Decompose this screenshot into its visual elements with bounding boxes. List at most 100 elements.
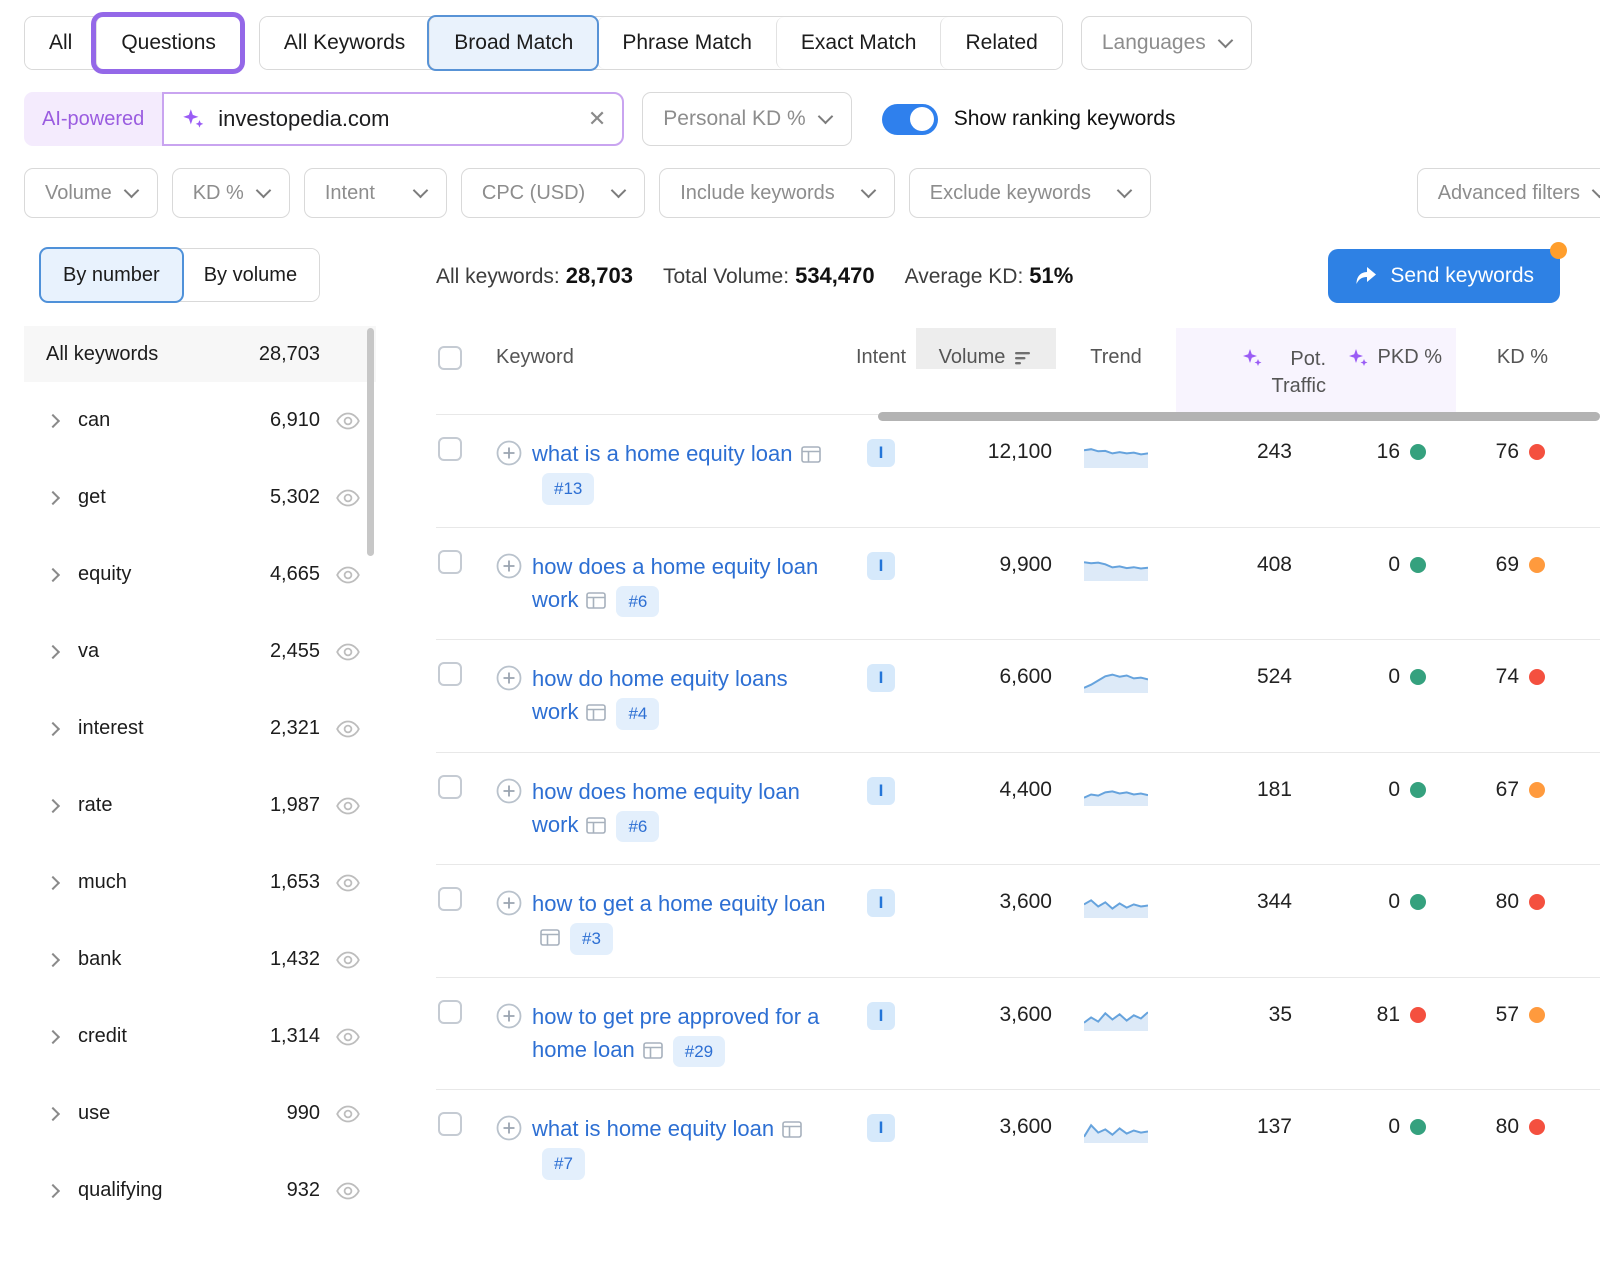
rank-badge[interactable]: #3 [570,923,613,955]
serp-features-icon[interactable] [586,817,606,834]
keyword-link[interactable]: how to get pre approved for a home loan#… [532,1000,832,1068]
cpc-filter[interactable]: CPC (USD) [461,168,645,218]
row-checkbox[interactable] [438,437,462,461]
keyword-link[interactable]: how do home equity loans work#4 [532,662,832,730]
chevron-right-icon[interactable] [46,1029,60,1043]
rank-badge[interactable]: #29 [673,1036,725,1068]
personal-kd-dropdown[interactable]: Personal KD % [642,92,851,146]
keyword-link[interactable]: how to get a home equity loan#3 [532,887,832,955]
rank-badge[interactable]: #4 [616,698,659,730]
by-number-tab[interactable]: By number [41,249,182,301]
chevron-right-icon[interactable] [46,644,60,658]
volume-filter[interactable]: Volume [24,168,158,218]
row-checkbox[interactable] [438,775,462,799]
select-all-checkbox[interactable] [438,346,462,370]
clear-search-icon[interactable]: ✕ [588,106,606,132]
add-keyword-icon[interactable] [496,1115,522,1141]
intent-badge[interactable]: I [867,552,895,580]
row-checkbox[interactable] [438,662,462,686]
kd-filter[interactable]: KD % [172,168,290,218]
by-volume-tab[interactable]: By volume [182,249,319,301]
eye-toggle[interactable] [320,643,376,661]
sidebar-group-row[interactable]: get 5,302 [24,459,376,536]
eye-toggle[interactable] [320,1182,376,1200]
eye-toggle[interactable] [320,566,376,584]
serp-features-icon[interactable] [782,1121,802,1138]
sidebar-group-row[interactable]: much 1,653 [24,844,376,921]
exclude-keywords-filter[interactable]: Exclude keywords [909,168,1151,218]
eye-toggle[interactable] [320,874,376,892]
rank-badge[interactable]: #13 [542,473,594,505]
horizontal-scrollbar[interactable] [878,412,1600,421]
add-keyword-icon[interactable] [496,1003,522,1029]
serp-features-icon[interactable] [540,929,560,946]
chevron-right-icon[interactable] [46,952,60,966]
sidebar-group-row[interactable]: can 6,910 [24,382,376,459]
languages-dropdown[interactable]: Languages [1081,16,1252,70]
serp-features-icon[interactable] [586,704,606,721]
intent-badge[interactable]: I [867,777,895,805]
advanced-filters-button[interactable]: Advanced filters [1417,168,1600,218]
intent-badge[interactable]: I [867,1114,895,1142]
keyword-link[interactable]: what is a home equity loan#13 [532,437,832,505]
chevron-right-icon[interactable] [46,490,60,504]
intent-column-header[interactable]: Intent [846,328,916,414]
serp-features-icon[interactable] [801,446,821,463]
intent-badge[interactable]: I [867,439,895,467]
serp-features-icon[interactable] [643,1042,663,1059]
sidebar-group-row[interactable]: credit 1,314 [24,998,376,1075]
chevron-right-icon[interactable] [46,875,60,889]
pkd-column-header[interactable]: PKD % [1326,328,1456,414]
trend-column-header[interactable]: Trend [1056,328,1176,414]
send-keywords-button[interactable]: Send keywords [1328,249,1560,303]
show-ranking-keywords-toggle[interactable] [882,104,938,135]
chevron-right-icon[interactable] [46,1106,60,1120]
eye-toggle[interactable] [320,951,376,969]
sidebar-group-row[interactable]: bank 1,432 [24,921,376,998]
row-checkbox[interactable] [438,1112,462,1136]
add-keyword-icon[interactable] [496,778,522,804]
intent-filter[interactable]: Intent [304,168,447,218]
include-keywords-filter[interactable]: Include keywords [659,168,895,218]
tab-phrase-match[interactable]: Phrase Match [597,17,776,69]
sidebar-group-row[interactable]: use 990 [24,1075,376,1152]
tab-all[interactable]: All [25,17,96,69]
row-checkbox[interactable] [438,887,462,911]
sidebar-scrollbar[interactable] [367,328,374,556]
chevron-right-icon[interactable] [46,413,60,427]
tab-questions[interactable]: Questions [96,17,240,69]
eye-toggle[interactable] [320,797,376,815]
add-keyword-icon[interactable] [496,665,522,691]
rank-badge[interactable]: #6 [616,811,659,843]
sidebar-group-row[interactable]: va 2,455 [24,613,376,690]
search-box[interactable]: ✕ [162,92,624,146]
add-keyword-icon[interactable] [496,890,522,916]
keyword-link[interactable]: how does home equity loan work#6 [532,775,832,843]
sidebar-group-row[interactable]: equity 4,665 [24,536,376,613]
eye-toggle[interactable] [320,1105,376,1123]
tab-exact-match[interactable]: Exact Match [776,17,941,69]
chevron-right-icon[interactable] [46,721,60,735]
keyword-link[interactable]: what is home equity loan#7 [532,1112,832,1180]
chevron-right-icon[interactable] [46,567,60,581]
chevron-right-icon[interactable] [46,1183,60,1197]
sidebar-group-row[interactable]: rate 1,987 [24,767,376,844]
add-keyword-icon[interactable] [496,553,522,579]
row-checkbox[interactable] [438,1000,462,1024]
intent-badge[interactable]: I [867,1002,895,1030]
add-keyword-icon[interactable] [496,440,522,466]
search-input[interactable] [218,106,576,132]
volume-column-header[interactable]: Volume [916,328,1056,369]
rank-badge[interactable]: #7 [542,1148,585,1180]
intent-badge[interactable]: I [867,664,895,692]
keyword-column-header[interactable]: Keyword [496,328,846,414]
sidebar-group-row[interactable]: qualifying 932 [24,1152,376,1229]
tab-broad-match[interactable]: Broad Match [429,17,597,69]
keyword-link[interactable]: how does a home equity loan work#6 [532,550,832,618]
kd-column-header[interactable]: KD % [1456,328,1600,414]
tab-all-keywords[interactable]: All Keywords [260,17,429,69]
pot-traffic-column-header[interactable]: Pot.Traffic [1176,328,1326,414]
eye-toggle[interactable] [320,1028,376,1046]
sidebar-group-row[interactable]: interest 2,321 [24,690,376,767]
row-checkbox[interactable] [438,550,462,574]
